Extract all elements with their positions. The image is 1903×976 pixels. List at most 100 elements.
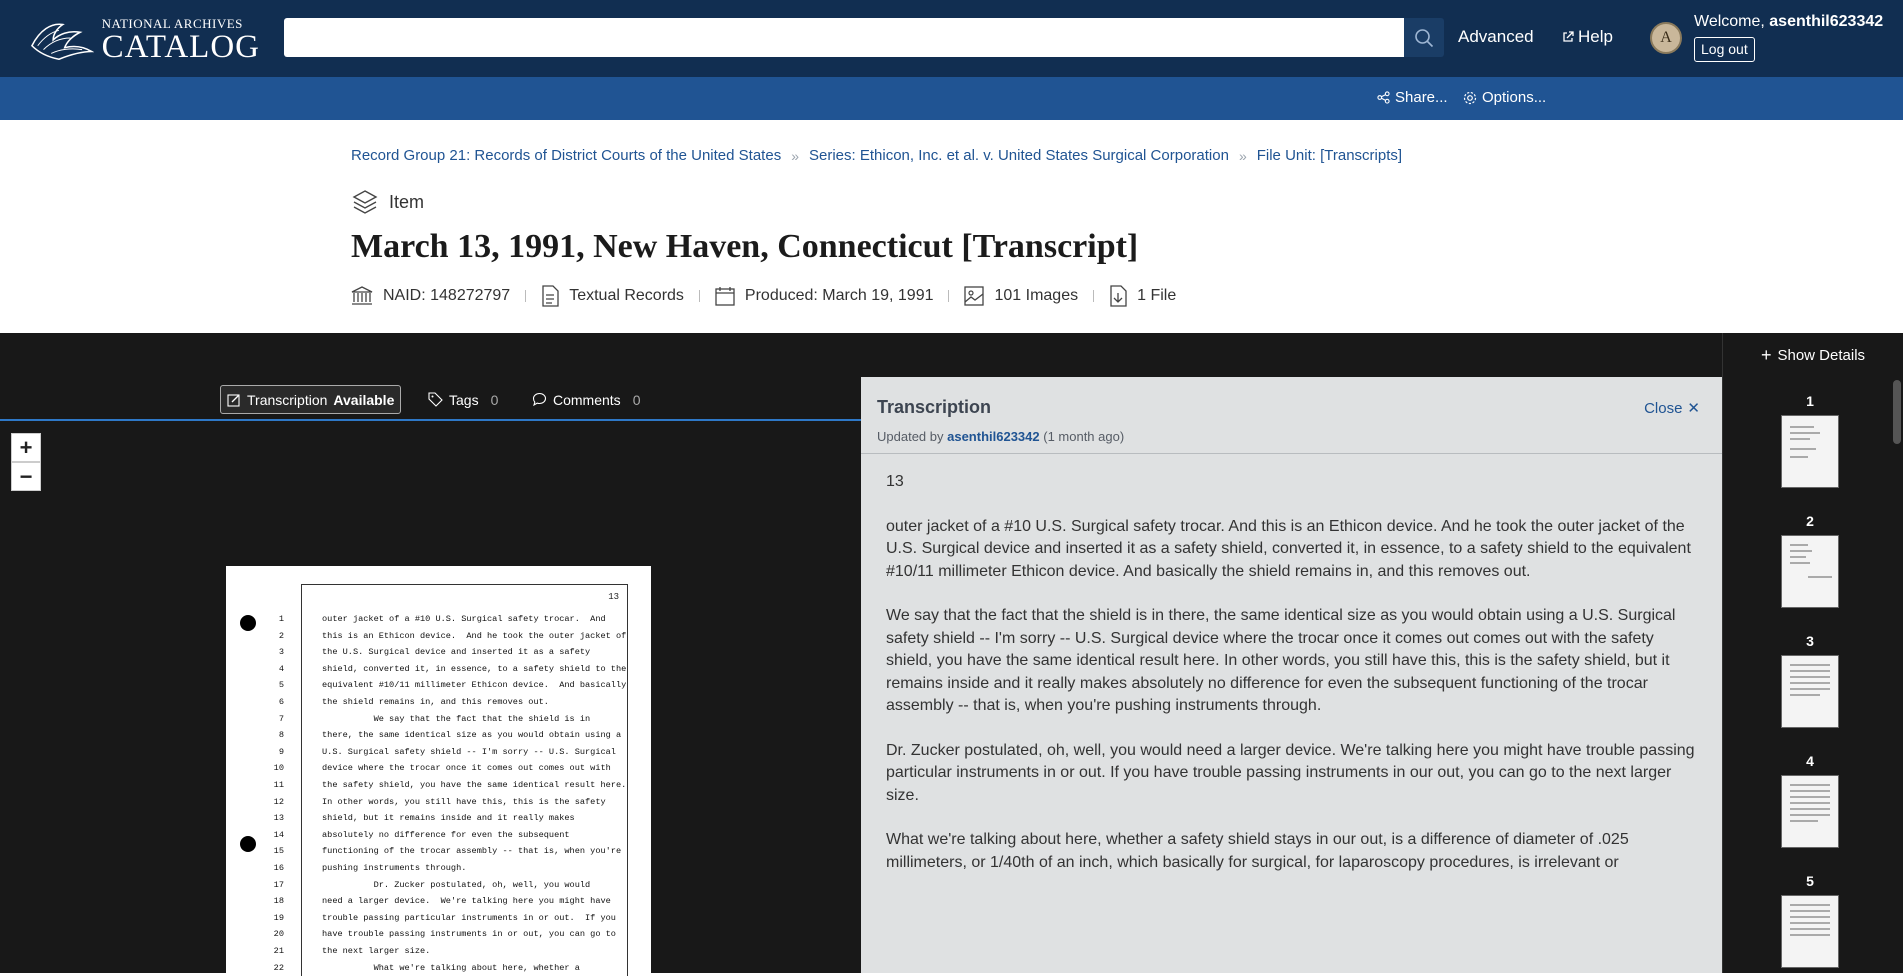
updated-suffix: (1 month ago)	[1039, 429, 1125, 444]
document-icon	[542, 285, 559, 307]
image-icon	[964, 286, 985, 306]
tab-transcription-label: Transcription	[247, 391, 328, 408]
record-meta: NAID: 148272797 Textual Records Produced…	[351, 285, 1176, 307]
logo-main-text: CATALOG	[101, 29, 260, 65]
thumbnail-3[interactable]: 3	[1781, 633, 1839, 728]
plus-icon: +	[1760, 344, 1772, 365]
line-number: 14	[273, 829, 284, 840]
updated-user-link[interactable]: asenthil623342	[947, 429, 1040, 444]
viewer-tabs: Transcription Available Tags 0 Comments …	[0, 377, 861, 421]
line-text: device where the trocar once it comes ou…	[322, 763, 611, 774]
thumbnail-number: 3	[1806, 633, 1814, 649]
tab-tags[interactable]: Tags 0	[428, 385, 498, 414]
help-label: Help	[1578, 27, 1613, 46]
close-transcription-button[interactable]: Close ✕	[1644, 399, 1700, 418]
calendar-icon	[715, 287, 735, 306]
gear-icon	[1463, 91, 1477, 104]
advanced-search-link[interactable]: Advanced	[1458, 27, 1534, 47]
line-number: 1	[278, 614, 284, 624]
binder-hole	[240, 836, 256, 852]
thumbnail-1[interactable]: 1	[1781, 393, 1839, 488]
document-line: 16 pushing instruments through.	[264, 863, 467, 873]
options-button[interactable]: Options...	[1463, 89, 1546, 106]
thumbnail-scrollbar[interactable]	[1893, 380, 1901, 444]
line-number: 13	[273, 813, 284, 824]
layers-icon	[352, 190, 378, 214]
updated-prefix: Updated by	[877, 429, 948, 444]
line-number: 19	[273, 912, 284, 923]
tag-icon	[428, 392, 443, 407]
action-bar: Share... Options...	[0, 77, 1903, 120]
show-details-button[interactable]: + Show Details	[1722, 333, 1903, 377]
help-link[interactable]: Help	[1562, 27, 1613, 47]
thumbnail-image	[1781, 655, 1839, 728]
thumbnail-5[interactable]: 5	[1781, 873, 1839, 968]
line-number: 3	[278, 647, 284, 658]
document-line: 20 have trouble passing instruments in or…	[264, 929, 616, 939]
share-button[interactable]: Share...	[1377, 89, 1448, 106]
line-text: have trouble passing instruments in or o…	[322, 929, 616, 940]
line-text: the next larger size.	[322, 946, 431, 956]
catalog-logo[interactable]: NATIONAL ARCHIVES CATALOG	[30, 14, 260, 64]
thumbnail-2[interactable]: 2	[1781, 513, 1839, 608]
images-text: 101 Images	[994, 287, 1079, 304]
transcription-text: 13 outer jacket of a #10 U.S. Surgical s…	[886, 471, 1701, 896]
comments-count: 0	[632, 391, 641, 408]
naid-meta: NAID: 148272797	[351, 286, 510, 306]
line-number: 6	[278, 697, 284, 707]
breadcrumb: Record Group 21: Records of District Cou…	[351, 147, 1402, 164]
search-input[interactable]	[284, 18, 1404, 57]
line-number: 18	[273, 896, 284, 907]
document-line: 19 trouble passing particular instruments…	[264, 913, 616, 923]
breadcrumb-series[interactable]: Series: Ethicon, Inc. et al. v. United S…	[809, 147, 1229, 164]
breadcrumb-file-unit[interactable]: File Unit: [Transcripts]	[1257, 147, 1402, 164]
line-text: there, the same identical size as you wo…	[322, 730, 622, 741]
zoom-in-button[interactable]: +	[11, 433, 41, 462]
document-line: 13 shield, but it remains inside and it r…	[264, 813, 575, 823]
doc-page-number: 13	[608, 592, 619, 602]
line-text: the shield remains in, and this removes …	[322, 697, 549, 707]
transcription-paragraph: We say that the fact that the shield is …	[886, 607, 1676, 714]
line-number: 17	[273, 879, 284, 890]
line-number: 16	[273, 863, 284, 873]
line-text: the safety shield, you have the same ide…	[322, 780, 627, 790]
download-file-icon	[1110, 285, 1127, 307]
logout-button[interactable]: Log out	[1694, 37, 1755, 62]
document-line: 17 Dr. Zucker postulated, oh, well, you …	[264, 879, 591, 890]
avatar[interactable]: A	[1650, 22, 1682, 54]
tab-comments[interactable]: Comments 0	[532, 385, 640, 414]
line-text: equivalent #10/11 millimeter Ethicon dev…	[322, 680, 627, 691]
line-number: 22	[273, 962, 284, 973]
document-line: 22 What we're talking about here, whethe…	[264, 963, 580, 973]
images-meta: 101 Images	[964, 286, 1078, 306]
type-meta: Textual Records	[541, 285, 684, 307]
line-text: In other words, you still have this, thi…	[322, 796, 606, 807]
transcription-updated: Updated by asenthil623342 (1 month ago)	[877, 429, 1124, 444]
line-number: 5	[278, 680, 284, 691]
breadcrumb-record-group[interactable]: Record Group 21: Records of District Cou…	[351, 147, 781, 164]
thumbnail-image	[1781, 415, 1839, 488]
line-number: 8	[278, 730, 284, 741]
line-number: 10	[273, 763, 284, 774]
thumbnail-4[interactable]: 4	[1781, 753, 1839, 848]
close-label: Close	[1644, 399, 1683, 417]
zoom-out-button[interactable]: −	[11, 462, 41, 491]
share-icon	[1377, 91, 1390, 104]
thumbnail-image	[1781, 895, 1839, 968]
institution-icon	[351, 286, 373, 305]
line-text: U.S. Surgical safety shield -- I'm sorry…	[322, 746, 616, 757]
share-label: Share...	[1395, 89, 1448, 106]
thumbnail-number: 1	[1806, 393, 1814, 409]
comment-icon	[532, 392, 547, 407]
search-button[interactable]	[1404, 18, 1444, 57]
tab-transcription[interactable]: Transcription Available	[220, 385, 402, 414]
chevron-right-icon: »	[1238, 147, 1247, 164]
thumbnail-strip: 1 2 3 4 5	[1722, 377, 1903, 973]
line-number: 20	[273, 929, 284, 940]
document-page-image[interactable]: 13 1 outer jacket of a #10 U.S. Surgical …	[226, 566, 651, 976]
line-number: 21	[273, 946, 284, 956]
thumbnail-number: 2	[1806, 513, 1814, 529]
edit-icon	[227, 393, 240, 407]
transcription-panel: Transcription Updated by asenthil623342 …	[861, 377, 1722, 973]
transcription-paragraph: Dr. Zucker postulated, oh, well, you wou…	[886, 741, 1695, 804]
